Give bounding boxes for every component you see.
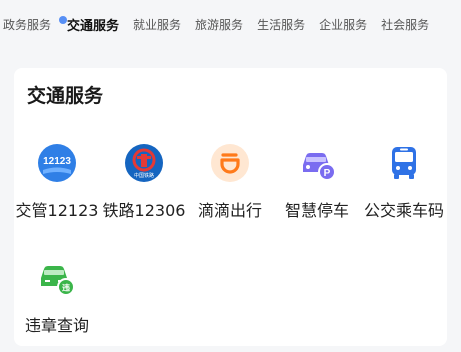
svg-text:P: P xyxy=(324,168,331,179)
violation-car-icon: 违 xyxy=(41,266,75,296)
traffic-12123-icon: 12123 xyxy=(38,144,76,182)
service-label: 公交乘车码 xyxy=(363,201,444,220)
service-traffic-12123[interactable]: 12123 交管12123 xyxy=(14,143,100,221)
category-tabs: 政务服务 交通服务 就业服务 旅游服务 生活服务 企业服务 社会服务 xyxy=(0,0,461,48)
service-bus-code[interactable]: 公交乘车码 xyxy=(361,143,447,221)
tab-society[interactable]: 社会服务 xyxy=(381,16,429,33)
transport-services-card: 交通服务 12123 交管12123 中国铁路 铁路12306 滴滴出行 P 智… xyxy=(14,68,447,346)
tab-employment[interactable]: 就业服务 xyxy=(133,16,181,33)
railway-icon-text: 中国铁路 xyxy=(134,172,154,179)
tab-tourism[interactable]: 旅游服务 xyxy=(195,16,243,33)
service-smart-parking[interactable]: P 智慧停车 xyxy=(274,143,360,221)
section-title: 交通服务 xyxy=(27,85,104,107)
traffic-12123-icon-text: 12123 xyxy=(43,156,71,167)
tab-life[interactable]: 生活服务 xyxy=(257,16,305,33)
service-label: 铁路12306 xyxy=(102,201,186,220)
service-didi[interactable]: 滴滴出行 xyxy=(187,143,273,221)
didi-icon xyxy=(211,144,249,182)
tab-transport[interactable]: 交通服务 xyxy=(59,15,119,34)
service-label: 违章查询 xyxy=(24,316,89,335)
service-violation-query[interactable]: 违 违章查询 xyxy=(14,258,100,336)
service-label: 智慧停车 xyxy=(284,201,349,220)
violation-icon-text: 违 xyxy=(62,283,70,293)
tab-government[interactable]: 政务服务 xyxy=(3,16,51,33)
railway-12306-icon: 中国铁路 xyxy=(125,144,163,182)
service-label: 滴滴出行 xyxy=(197,201,262,220)
bus-icon xyxy=(392,147,416,179)
service-railway-12306[interactable]: 中国铁路 铁路12306 xyxy=(101,143,187,221)
smart-parking-icon: P xyxy=(303,153,336,181)
service-label: 交管12123 xyxy=(15,201,99,220)
tab-enterprise[interactable]: 企业服务 xyxy=(319,16,367,33)
